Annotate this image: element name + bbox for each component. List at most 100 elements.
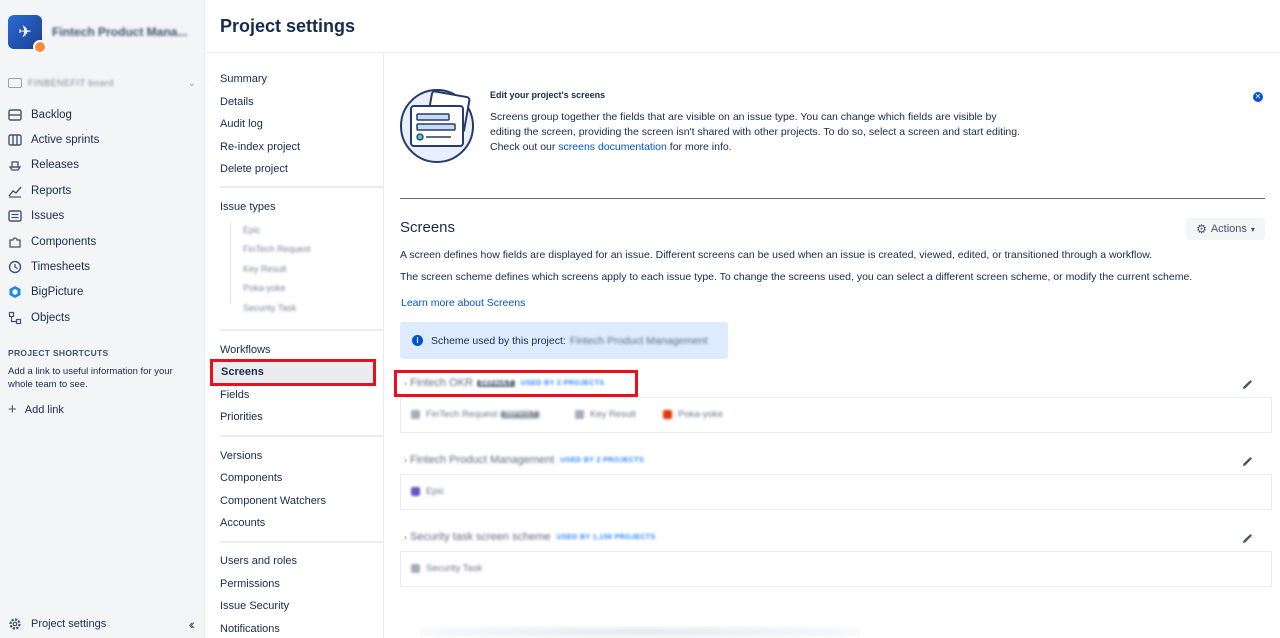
add-link-label: Add link bbox=[24, 403, 64, 416]
issues-icon bbox=[8, 210, 22, 222]
settings-item-summary[interactable]: Summary bbox=[220, 73, 267, 85]
screen-scheme-description: The screen scheme defines which screens … bbox=[400, 271, 1193, 283]
settings-item-versions[interactable]: Versions bbox=[220, 450, 262, 462]
settings-divider bbox=[220, 329, 383, 331]
settings-item-users-roles[interactable]: Users and roles bbox=[220, 555, 297, 567]
shortcuts-heading: PROJECT SHORTCUTS bbox=[8, 348, 109, 358]
settings-item-issue-types[interactable]: Issue types bbox=[220, 201, 276, 213]
bigpicture-icon bbox=[9, 286, 21, 299]
settings-item-notifications[interactable]: Notifications bbox=[220, 623, 280, 635]
screens-documentation-link[interactable]: screens documentation bbox=[558, 141, 667, 153]
chart-icon bbox=[8, 186, 22, 198]
issue-type-tag: Poka-yoke bbox=[663, 409, 723, 420]
scheme-name: Fintech Product Management bbox=[410, 454, 555, 466]
chevron-right-icon: › bbox=[404, 455, 407, 465]
sidebar-item-reports[interactable]: Reports bbox=[0, 178, 205, 203]
objects-icon bbox=[8, 311, 22, 324]
ship-icon bbox=[8, 161, 22, 172]
board-name: FINBENEFIT board bbox=[28, 78, 114, 88]
issue-type-epic[interactable]: Epic bbox=[243, 225, 261, 235]
settings-item-fields[interactable]: Fields bbox=[220, 389, 249, 401]
scheme-link[interactable]: Fintech Product Management bbox=[570, 335, 708, 347]
project-sidebar: ✈ Fintech Product Mana... FINBENEFIT boa… bbox=[0, 0, 205, 638]
settings-item-audit-log[interactable]: Audit log bbox=[220, 118, 263, 130]
settings-item-component-watchers[interactable]: Component Watchers bbox=[220, 495, 326, 507]
used-by-link[interactable]: USED BY 1,158 PROJECTS bbox=[557, 534, 656, 541]
info-line: editing the screen, providing the screen… bbox=[490, 126, 1021, 138]
puzzle-icon bbox=[9, 237, 21, 248]
issue-type-icon bbox=[411, 410, 420, 419]
info-title: Edit your project's screens bbox=[490, 90, 606, 100]
scheme-row-header[interactable]: › Security task screen scheme USED BY 1,… bbox=[404, 531, 656, 543]
default-badge: DEFAULT bbox=[501, 411, 540, 418]
issue-type-poka-yoke[interactable]: Poka-yoke bbox=[243, 283, 286, 293]
scheme-row-header[interactable]: › Fintech Product Management USED BY 2 P… bbox=[404, 454, 644, 466]
avatar-badge bbox=[33, 40, 47, 54]
issue-type-icon bbox=[575, 410, 584, 419]
board-icon bbox=[8, 134, 22, 146]
settings-item-details[interactable]: Details bbox=[220, 96, 254, 108]
settings-item-workflows[interactable]: Workflows bbox=[220, 344, 271, 356]
pencil-icon[interactable] bbox=[1241, 456, 1253, 468]
pencil-icon[interactable] bbox=[1241, 379, 1253, 391]
collapse-sidebar-icon[interactable]: ‹‹ bbox=[189, 616, 196, 632]
board-switcher[interactable]: FINBENEFIT board ⌄ bbox=[8, 74, 196, 92]
info-line: Screens group together the fields that a… bbox=[490, 111, 997, 123]
issue-type-fintech-request[interactable]: FinTech Request bbox=[243, 244, 311, 254]
settings-item-permissions[interactable]: Permissions bbox=[220, 578, 280, 590]
sidebar-item-releases[interactable]: Releases bbox=[0, 153, 205, 178]
issue-types-tree-line bbox=[230, 223, 231, 303]
sidebar-item-backlog[interactable]: Backlog bbox=[0, 102, 205, 127]
issue-type-label: Epic bbox=[426, 486, 445, 497]
sidebar-item-label: Backlog bbox=[31, 108, 72, 121]
scheme-issue-types: Epic bbox=[400, 474, 1272, 510]
project-header[interactable]: ✈ Fintech Product Mana... bbox=[8, 12, 198, 54]
issue-type-tag: Key Result bbox=[575, 409, 636, 420]
sidebar-item-label: Components bbox=[31, 235, 97, 248]
add-link-button[interactable]: + Add link bbox=[8, 401, 64, 418]
project-settings-link[interactable]: Project settings bbox=[31, 618, 189, 630]
settings-item-priorities[interactable]: Priorities bbox=[220, 411, 263, 423]
issue-type-key-result[interactable]: Key Result bbox=[243, 264, 287, 274]
settings-item-screens[interactable]: Screens bbox=[210, 359, 376, 386]
project-avatar: ✈ bbox=[8, 15, 47, 54]
sidebar-item-bigpicture[interactable]: BigPicture bbox=[0, 280, 205, 305]
chevron-down-icon: ▾ bbox=[1250, 224, 1255, 234]
sidebar-item-timesheets[interactable]: Timesheets bbox=[0, 254, 205, 279]
sidebar-item-active-sprints[interactable]: Active sprints bbox=[0, 127, 205, 152]
sidebar-footer: Project settings ‹‹ bbox=[8, 614, 196, 634]
scheme-issue-types: FinTech Request DEFAULT Key Result Poka-… bbox=[400, 397, 1272, 433]
sidebar-item-label: Objects bbox=[31, 311, 70, 324]
sidebar-item-issues[interactable]: Issues bbox=[0, 204, 205, 229]
pencil-icon[interactable] bbox=[1241, 533, 1253, 545]
settings-item-reindex[interactable]: Re-index project bbox=[220, 141, 300, 153]
project-name: Fintech Product Mana... bbox=[52, 25, 188, 39]
sidebar-item-label: BigPicture bbox=[31, 286, 84, 299]
issue-type-label: Key Result bbox=[590, 409, 636, 420]
rocket-icon: ✈ bbox=[18, 24, 32, 41]
scheme-name: Security task screen scheme bbox=[410, 531, 551, 543]
sidebar-nav: Backlog Active sprints Releases Reports … bbox=[0, 102, 205, 331]
settings-item-accounts[interactable]: Accounts bbox=[220, 517, 265, 529]
settings-item-delete-project[interactable]: Delete project bbox=[220, 163, 288, 175]
issue-type-icon bbox=[411, 564, 420, 573]
actions-button[interactable]: ⚙ Actions ▾ bbox=[1186, 218, 1265, 240]
issue-type-icon bbox=[411, 487, 420, 496]
info-text: for more info. bbox=[669, 141, 732, 153]
settings-item-issue-security[interactable]: Issue Security bbox=[220, 600, 289, 612]
gear-icon: ⚙ bbox=[1196, 222, 1207, 236]
learn-more-link[interactable]: Learn more about Screens bbox=[401, 297, 525, 309]
close-icon[interactable]: ✕ bbox=[1253, 92, 1263, 102]
screens-illustration bbox=[400, 89, 474, 163]
sidebar-item-components[interactable]: Components bbox=[0, 229, 205, 254]
issue-type-security-task[interactable]: Security Task bbox=[243, 303, 296, 313]
issue-type-tag: FinTech Request DEFAULT bbox=[411, 409, 540, 420]
sidebar-item-objects[interactable]: Objects bbox=[0, 305, 205, 330]
scroll-shadow bbox=[420, 626, 860, 638]
clock-icon bbox=[8, 260, 22, 274]
settings-item-components[interactable]: Components bbox=[220, 472, 282, 484]
issue-type-tag: Epic bbox=[411, 486, 444, 497]
section-divider bbox=[400, 198, 1265, 199]
used-by-link[interactable]: USED BY 2 PROJECTS bbox=[560, 457, 644, 464]
settings-item-screens-label: Screens bbox=[221, 366, 264, 378]
